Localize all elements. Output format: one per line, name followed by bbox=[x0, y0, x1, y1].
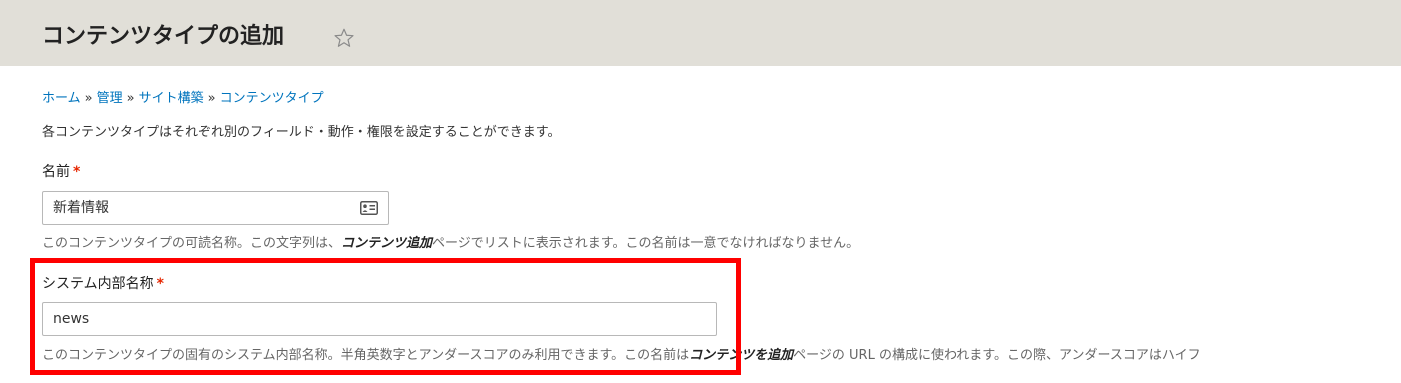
breadcrumb-separator: » bbox=[126, 91, 135, 106]
breadcrumb-separator: » bbox=[84, 91, 93, 106]
page-header: コンテンツタイプの追加 bbox=[0, 0, 1401, 66]
breadcrumb-structure[interactable]: サイト構築 bbox=[139, 91, 204, 106]
contact-card-icon bbox=[360, 201, 378, 215]
breadcrumb-admin[interactable]: 管理 bbox=[97, 91, 123, 106]
page-description: 各コンテンツタイプはそれぞれ別のフィールド・動作・権限を設定することができます。 bbox=[42, 125, 561, 140]
name-help-emphasis: コンテンツ追加 bbox=[341, 236, 433, 251]
system-name-help-after: ページの URL の構成に使われます。この際、アンダースコアはハイフ bbox=[793, 348, 1201, 363]
name-help-after: ページでリストに表示されます。この名前は一意でなければなりません。 bbox=[432, 236, 860, 251]
system-name-input[interactable]: news bbox=[42, 302, 717, 336]
name-help-text: このコンテンツタイプの可読名称。この文字列は、コンテンツ追加ページでリストに表示… bbox=[42, 235, 859, 253]
system-name-label-text: システム内部名称 bbox=[42, 276, 154, 292]
system-name-help-text: このコンテンツタイプの固有のシステム内部名称。半角英数字とアンダースコアのみ利用… bbox=[42, 347, 1201, 365]
page-title: コンテンツタイプの追加 bbox=[42, 24, 285, 49]
breadcrumb-content-types[interactable]: コンテンツタイプ bbox=[220, 91, 324, 106]
breadcrumb-home[interactable]: ホーム bbox=[42, 91, 81, 106]
system-name-help-emphasis: コンテンツを追加 bbox=[689, 348, 794, 363]
name-label: 名前 * bbox=[42, 162, 80, 182]
name-label-text: 名前 bbox=[42, 164, 70, 180]
name-input-value: 新着情報 bbox=[53, 200, 109, 216]
required-marker: * bbox=[73, 164, 81, 180]
system-name-input-value: news bbox=[53, 311, 90, 327]
system-name-label: システム内部名称 * bbox=[42, 274, 164, 294]
system-name-help-before: このコンテンツタイプの固有のシステム内部名称。半角英数字とアンダースコアのみ利用… bbox=[42, 348, 690, 363]
name-help-before: このコンテンツタイプの可読名称。この文字列は、 bbox=[42, 236, 342, 251]
required-marker: * bbox=[156, 276, 164, 292]
breadcrumb: ホーム» 管理» サイト構築» コンテンツタイプ bbox=[42, 90, 324, 108]
breadcrumb-separator: » bbox=[207, 91, 216, 106]
star-outline-icon[interactable] bbox=[333, 27, 355, 49]
name-input[interactable]: 新着情報 bbox=[42, 191, 389, 225]
